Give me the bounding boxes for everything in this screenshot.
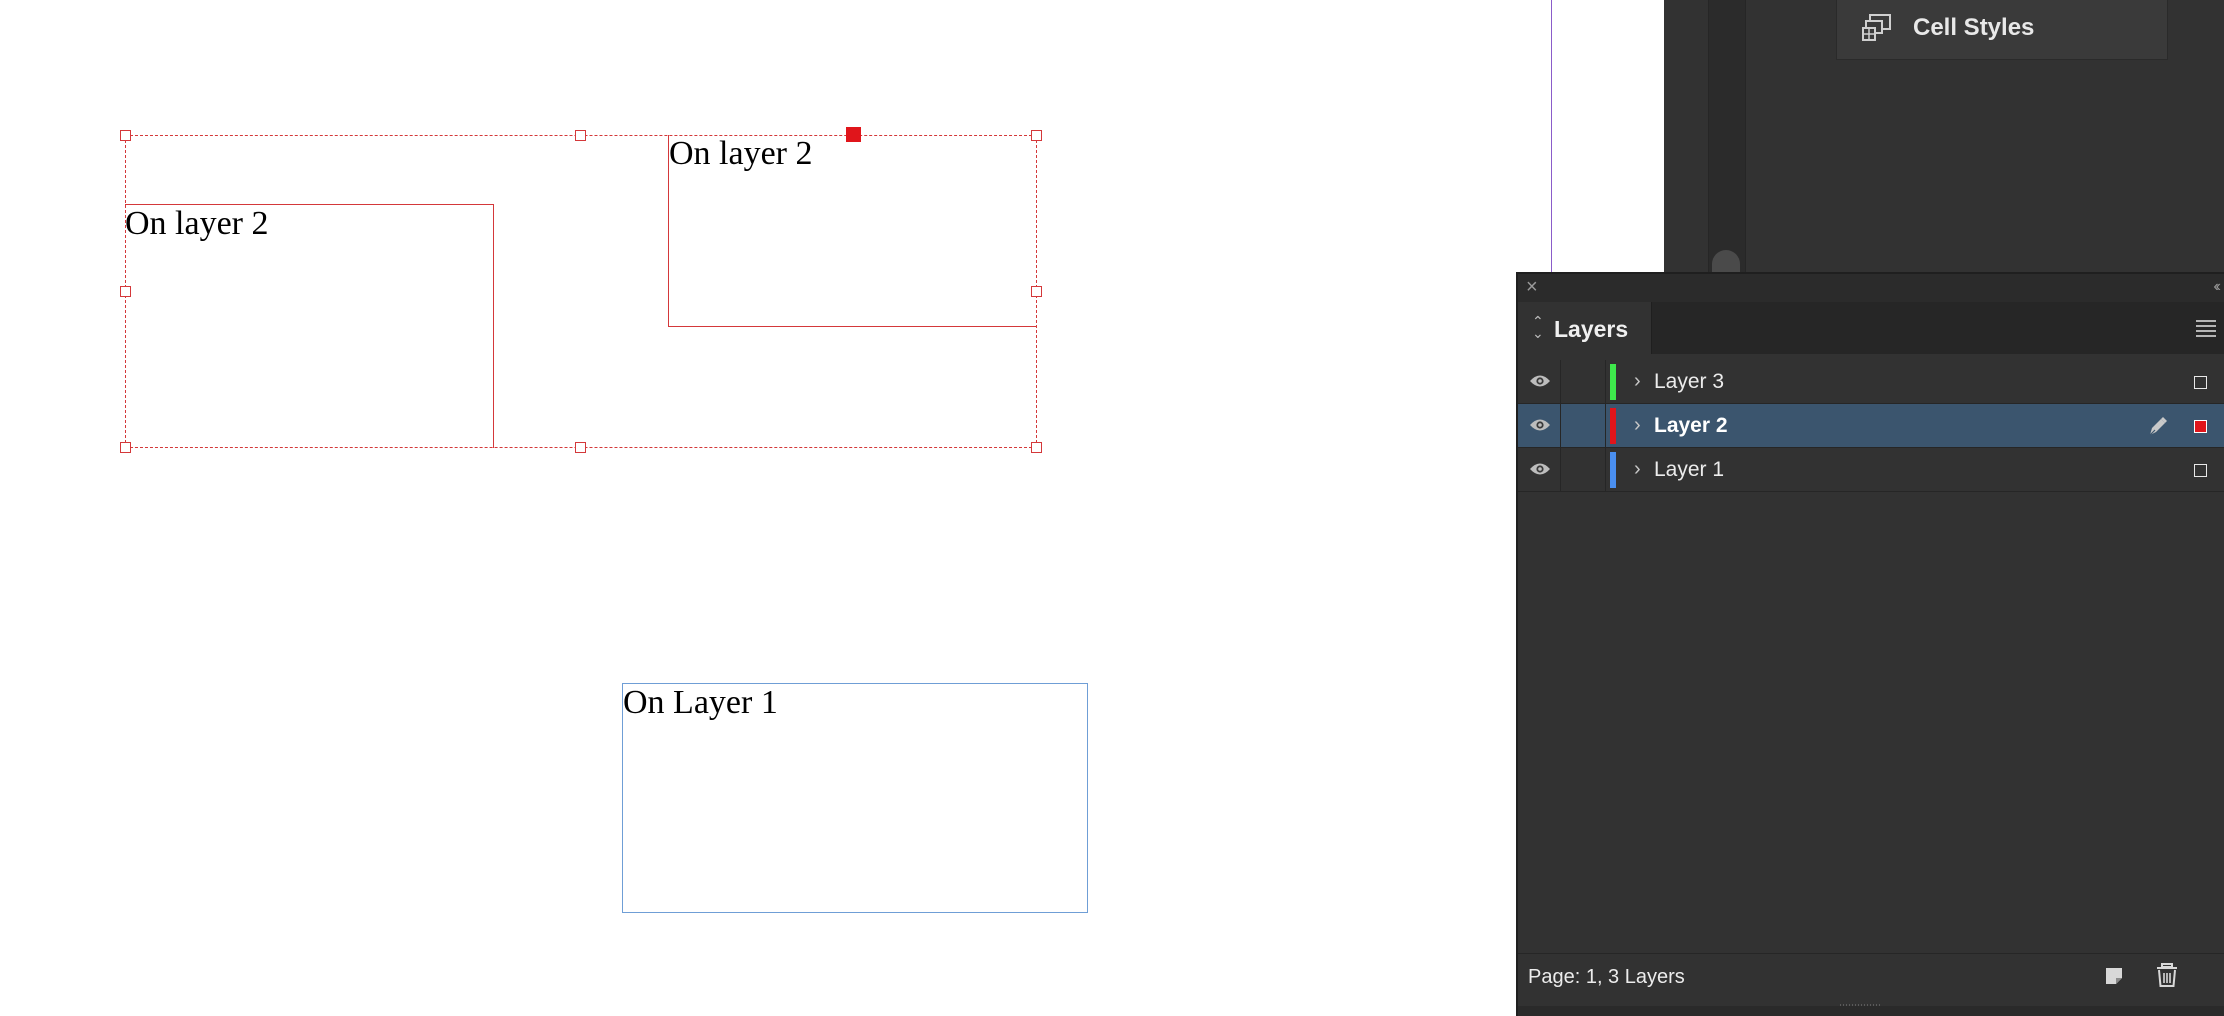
resize-handle-top-right[interactable]	[1031, 130, 1042, 141]
cell-styles-icon	[1862, 14, 1891, 41]
lock-toggle[interactable]	[1561, 448, 1606, 491]
layer-list: › Layer 3 › Layer 2 › Layer 1	[1518, 360, 2224, 492]
layer-name[interactable]: Layer 1	[1654, 458, 1724, 482]
trash-icon[interactable]	[2154, 962, 2180, 988]
layer-color-swatch	[1610, 408, 1616, 444]
pen-icon	[2149, 417, 2167, 436]
cell-styles-panel-button[interactable]: Cell Styles	[1836, 0, 2168, 60]
collapse-panel-icon[interactable]: ‹‹	[2213, 276, 2220, 298]
document-canvas[interactable]: On layer 2 On layer 2 On Layer 1	[0, 0, 1664, 1016]
panel-title-bar[interactable]: × ‹‹	[1518, 274, 2224, 302]
cell-styles-label: Cell Styles	[1913, 14, 2035, 41]
visibility-toggle[interactable]	[1518, 404, 1561, 447]
resize-handle-middle-right[interactable]	[1031, 286, 1042, 297]
visibility-toggle[interactable]	[1518, 360, 1561, 403]
resize-handle-middle-left[interactable]	[120, 286, 131, 297]
resize-handle-top-center[interactable]	[575, 130, 586, 141]
page-guide	[1551, 0, 1552, 272]
layer-status-text: Page: 1, 3 Layers	[1528, 966, 1685, 988]
dock-scrollbar[interactable]	[1708, 0, 1746, 272]
content-grabber-handle[interactable]	[846, 127, 861, 142]
lock-toggle[interactable]	[1561, 360, 1606, 403]
layer-selection-indicator[interactable]	[2194, 464, 2207, 477]
panel-tab-bar: ⌃ ⌄ Layers	[1518, 302, 2224, 354]
layer-row-layer-2[interactable]: › Layer 2	[1518, 404, 2224, 448]
layer-color-swatch	[1610, 452, 1616, 488]
tab-resize-arrows-icon[interactable]: ⌃ ⌄	[1532, 314, 1544, 340]
resize-handle-bottom-left[interactable]	[120, 442, 131, 453]
chevron-right-icon[interactable]: ›	[1634, 370, 1641, 392]
layer-color-swatch	[1610, 364, 1616, 400]
resize-handle-bottom-center[interactable]	[575, 442, 586, 453]
text-frame-layer1[interactable]: On Layer 1	[622, 683, 1088, 913]
resize-handle-top-left[interactable]	[120, 130, 131, 141]
panel-footer: Page: 1, 3 Layers	[1518, 953, 2224, 1016]
close-icon[interactable]: ×	[1526, 276, 1538, 298]
layer-selection-indicator[interactable]	[2194, 420, 2207, 433]
tab-label: Layers	[1554, 316, 1629, 342]
eye-icon	[1530, 375, 1550, 387]
selection-bounding-box	[125, 135, 1037, 448]
layer-name[interactable]: Layer 3	[1654, 370, 1724, 394]
hamburger-menu-icon[interactable]	[2196, 320, 2216, 337]
layer-row-layer-1[interactable]: › Layer 1	[1518, 448, 2224, 492]
resize-handle-bottom-right[interactable]	[1031, 442, 1042, 453]
visibility-toggle[interactable]	[1518, 448, 1561, 491]
lock-toggle[interactable]	[1561, 404, 1606, 447]
eye-icon	[1530, 419, 1550, 431]
layer-name[interactable]: Layer 2	[1654, 414, 1728, 438]
layers-panel: × ‹‹ ⌃ ⌄ Layers › Layer 3 › Layer 2 › Layer 1 …	[1516, 272, 2224, 1016]
layer-row-layer-3[interactable]: › Layer 3	[1518, 360, 2224, 404]
chevron-right-icon[interactable]: ›	[1634, 458, 1641, 480]
tab-layers[interactable]: ⌃ ⌄ Layers	[1518, 302, 1652, 354]
frame-text: On Layer 1	[623, 684, 778, 721]
layer-selection-indicator[interactable]	[2194, 376, 2207, 389]
new-layer-icon[interactable]	[2102, 964, 2126, 988]
eye-icon	[1530, 463, 1550, 475]
chevron-right-icon[interactable]: ›	[1634, 414, 1641, 436]
app-window: On layer 2 On layer 2 On Layer 1 Cell St…	[0, 0, 2224, 1016]
panel-bottom-edge	[1518, 1006, 2224, 1016]
